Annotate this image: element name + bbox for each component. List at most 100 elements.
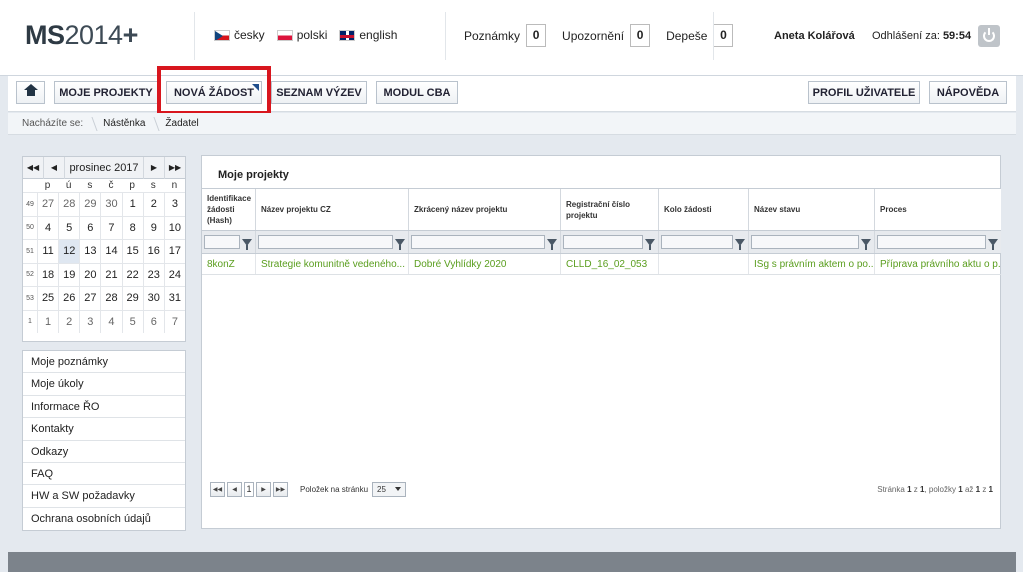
user-name[interactable]: Aneta Kolářová [774,30,855,42]
side-menu-privacy[interactable]: Ochrana osobních údajů [23,508,185,530]
nav-my-projects[interactable]: MOJE PROJEKTY [54,81,158,104]
filter-icon[interactable] [988,238,998,250]
calendar-day[interactable]: 8 [121,215,143,239]
filter-input[interactable] [258,235,393,249]
calendar-day[interactable]: 19 [58,262,80,286]
filter-input[interactable] [751,235,859,249]
calendar-day[interactable]: 20 [79,262,101,286]
column-header[interactable]: Název stavu [749,189,875,230]
notes-counter[interactable]: Poznámky 0 [464,24,547,47]
calendar-day[interactable]: 7 [100,215,122,239]
filter-icon[interactable] [735,238,745,250]
calendar-day[interactable]: 9 [142,215,164,239]
lang-czech[interactable]: česky [214,28,265,42]
calendar-day[interactable]: 25 [37,286,59,310]
next-page-icon[interactable]: ▶ [256,481,271,497]
calendar-day[interactable]: 2 [142,192,164,216]
calendar-day[interactable]: 6 [79,215,101,239]
lang-polish[interactable]: polski [276,28,327,42]
calendar-day[interactable]: 30 [100,192,122,216]
column-header[interactable]: Kolo žádosti [659,189,749,230]
filter-icon[interactable] [547,238,557,250]
filter-icon[interactable] [242,238,252,250]
per-page-select[interactable]: 25 [372,481,407,497]
calendar-day[interactable]: 1 [37,309,59,333]
calendar-day[interactable]: 29 [79,192,101,216]
messages-counter[interactable]: Depeše 0 [666,24,734,47]
calendar-day[interactable]: 7 [163,309,185,333]
nav-new-application[interactable]: NOVÁ ŽÁDOST [166,81,262,104]
last-page-icon[interactable]: ▶▶ [273,481,288,497]
calendar-day[interactable]: 16 [142,239,164,263]
calendar-day[interactable]: 21 [100,262,122,286]
calendar-day[interactable]: 10 [163,215,185,239]
side-menu-contacts[interactable]: Kontakty [23,418,185,441]
ms2014-logo[interactable]: MS2014+ [25,20,138,51]
calendar-day[interactable]: 4 [37,215,59,239]
filter-icon[interactable] [645,238,655,250]
nav-user-profile[interactable]: PROFIL UŽIVATELE [808,81,920,104]
side-menu-hw-sw[interactable]: HW a SW požadavky [23,485,185,508]
filter-input[interactable] [563,235,643,249]
calendar-day[interactable]: 3 [163,192,185,216]
calendar-day[interactable]: 23 [142,262,164,286]
calendar-day[interactable]: 2 [58,309,80,333]
filter-input[interactable] [877,235,986,249]
calendar-day[interactable]: 29 [121,286,143,310]
filter-input[interactable] [204,235,240,249]
prev-month-icon[interactable]: ◀ [44,156,65,179]
nav-cba-module[interactable]: MODUL CBA [376,81,458,104]
filter-icon[interactable] [395,238,405,250]
side-menu-my-notes[interactable]: Moje poznámky [23,351,185,374]
calendar-day[interactable]: 24 [163,262,185,286]
calendar-day[interactable]: 6 [142,309,164,333]
next-month-icon[interactable]: ▶ [143,156,164,179]
calendar-day-today[interactable]: 12 [58,239,80,263]
prev-year-icon[interactable]: ◀◀ [23,156,44,179]
filter-input[interactable] [411,235,545,249]
calendar-day[interactable]: 28 [58,192,80,216]
calendar-day[interactable]: 5 [58,215,80,239]
calendar-day[interactable]: 14 [100,239,122,263]
calendar-day[interactable]: 13 [79,239,101,263]
calendar-day[interactable]: 11 [37,239,59,263]
calendar-day[interactable]: 15 [121,239,143,263]
pager-info-text: z [913,484,918,494]
breadcrumb-item-dashboard[interactable]: Nástěnka [95,113,157,135]
filter-icon[interactable] [861,238,871,250]
calendar-day[interactable]: 28 [100,286,122,310]
side-menu-ro-info[interactable]: Informace ŘO [23,396,185,419]
nav-calls-list[interactable]: SEZNAM VÝZEV [271,81,367,104]
prev-page-icon[interactable]: ◀ [227,481,242,497]
lang-english[interactable]: english [339,28,397,42]
calendar-day[interactable]: 31 [163,286,185,310]
calendar-day[interactable]: 4 [100,309,122,333]
alerts-counter[interactable]: Upozornění 0 [562,24,651,47]
side-menu-links[interactable]: Odkazy [23,441,185,463]
calendar-day[interactable]: 18 [37,262,59,286]
table-row[interactable]: 8konZ Strategie komunitně vedeného... Do… [202,254,1001,275]
calendar-day[interactable]: 26 [58,286,80,310]
first-page-icon[interactable]: ◀◀ [210,481,225,497]
calendar-day[interactable]: 5 [121,309,143,333]
column-header[interactable]: Zkrácený název projektu [409,189,561,230]
column-header[interactable]: Identifikace žádosti (Hash) [202,189,256,230]
calendar-day[interactable]: 22 [121,262,143,286]
side-menu-faq[interactable]: FAQ [23,463,185,486]
calendar-day[interactable]: 30 [142,286,164,310]
nav-help[interactable]: NÁPOVĚDA [929,81,1007,104]
power-icon[interactable] [978,25,1000,47]
calendar-day[interactable]: 3 [79,309,101,333]
calendar-day[interactable]: 27 [79,286,101,310]
calendar-day[interactable]: 17 [163,239,185,263]
column-header[interactable]: Název projektu CZ [256,189,409,230]
column-header[interactable]: Registrační číslo projektu [561,189,659,230]
calendar-day[interactable]: 1 [121,192,143,216]
column-header[interactable]: Proces [875,189,1001,230]
filter-input[interactable] [661,235,733,249]
side-menu-my-tasks[interactable]: Moje úkoly [23,373,185,396]
home-button[interactable] [16,81,45,104]
current-page[interactable]: 1 [244,481,254,497]
calendar-day[interactable]: 27 [37,192,59,216]
next-year-icon[interactable]: ▶▶ [164,156,185,179]
